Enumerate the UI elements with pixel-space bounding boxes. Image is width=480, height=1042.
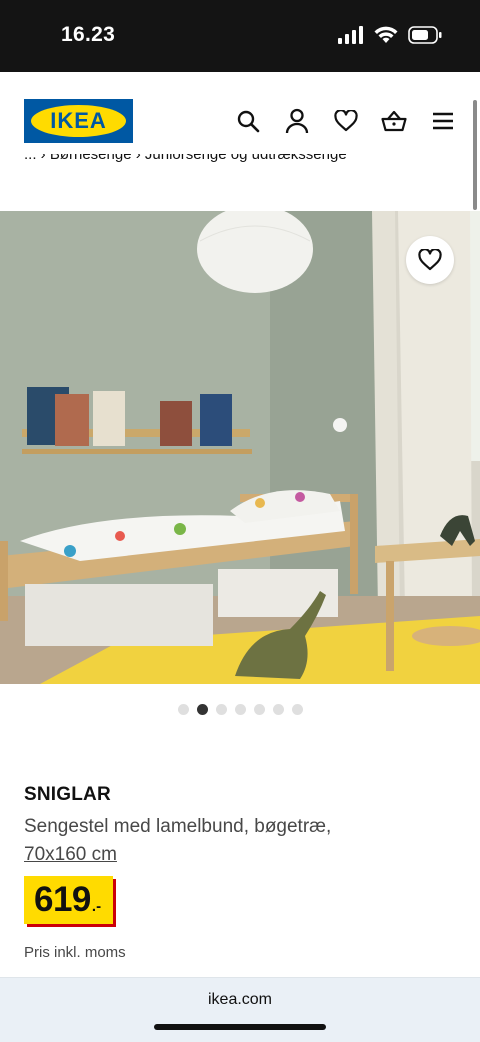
gallery-pagination xyxy=(0,704,480,715)
gallery-dot[interactable] xyxy=(177,704,189,715)
wifi-icon xyxy=(374,26,398,43)
status-icons xyxy=(338,26,442,44)
breadcrumb-text[interactable]: ... › Børnesenge › Juniorsenge og udtræk… xyxy=(24,154,347,163)
price-decimal: .- xyxy=(91,897,102,915)
gallery-dot[interactable] xyxy=(215,704,227,715)
gallery-dot[interactable] xyxy=(253,704,265,715)
menu-icon[interactable] xyxy=(430,108,456,134)
browser-address-bar[interactable]: ikea.com xyxy=(0,977,480,1042)
scrollbar-thumb[interactable] xyxy=(473,100,477,210)
product-size-link[interactable]: 70x160 cm xyxy=(24,841,117,869)
gallery-dot[interactable] xyxy=(196,704,208,715)
price-note: Pris inkl. moms xyxy=(24,944,126,961)
status-time: 16.23 xyxy=(61,23,116,46)
price-tag: 619 .- xyxy=(24,876,114,924)
heart-outline-icon xyxy=(418,249,442,271)
ikea-logo[interactable]: IKEA xyxy=(24,99,133,143)
signal-icon xyxy=(338,26,363,44)
gallery-dot[interactable] xyxy=(272,704,284,715)
add-to-favorites-button[interactable] xyxy=(406,236,454,284)
heart-icon[interactable] xyxy=(333,108,359,134)
logo-text: IKEA xyxy=(50,108,107,133)
url-text[interactable]: ikea.com xyxy=(0,991,480,1009)
account-icon[interactable] xyxy=(284,108,310,134)
status-bar: 16.23 xyxy=(0,0,480,72)
battery-icon xyxy=(408,26,442,44)
search-icon[interactable] xyxy=(235,108,261,134)
gallery-dot[interactable] xyxy=(234,704,246,715)
home-indicator[interactable] xyxy=(154,1024,326,1030)
basket-icon[interactable] xyxy=(381,108,407,134)
product-image[interactable] xyxy=(0,211,480,684)
price-integer: 619 xyxy=(34,880,91,919)
logo-oval: IKEA xyxy=(31,105,126,137)
product-description: Sengestel med lamelbund, bøgetræ, xyxy=(24,816,332,837)
gallery-dot[interactable] xyxy=(291,704,303,715)
product-name: SNIGLAR xyxy=(24,784,111,805)
breadcrumb[interactable]: ... › Børnesenge › Juniorsenge og udtræk… xyxy=(24,154,347,178)
product-photo xyxy=(0,211,480,684)
